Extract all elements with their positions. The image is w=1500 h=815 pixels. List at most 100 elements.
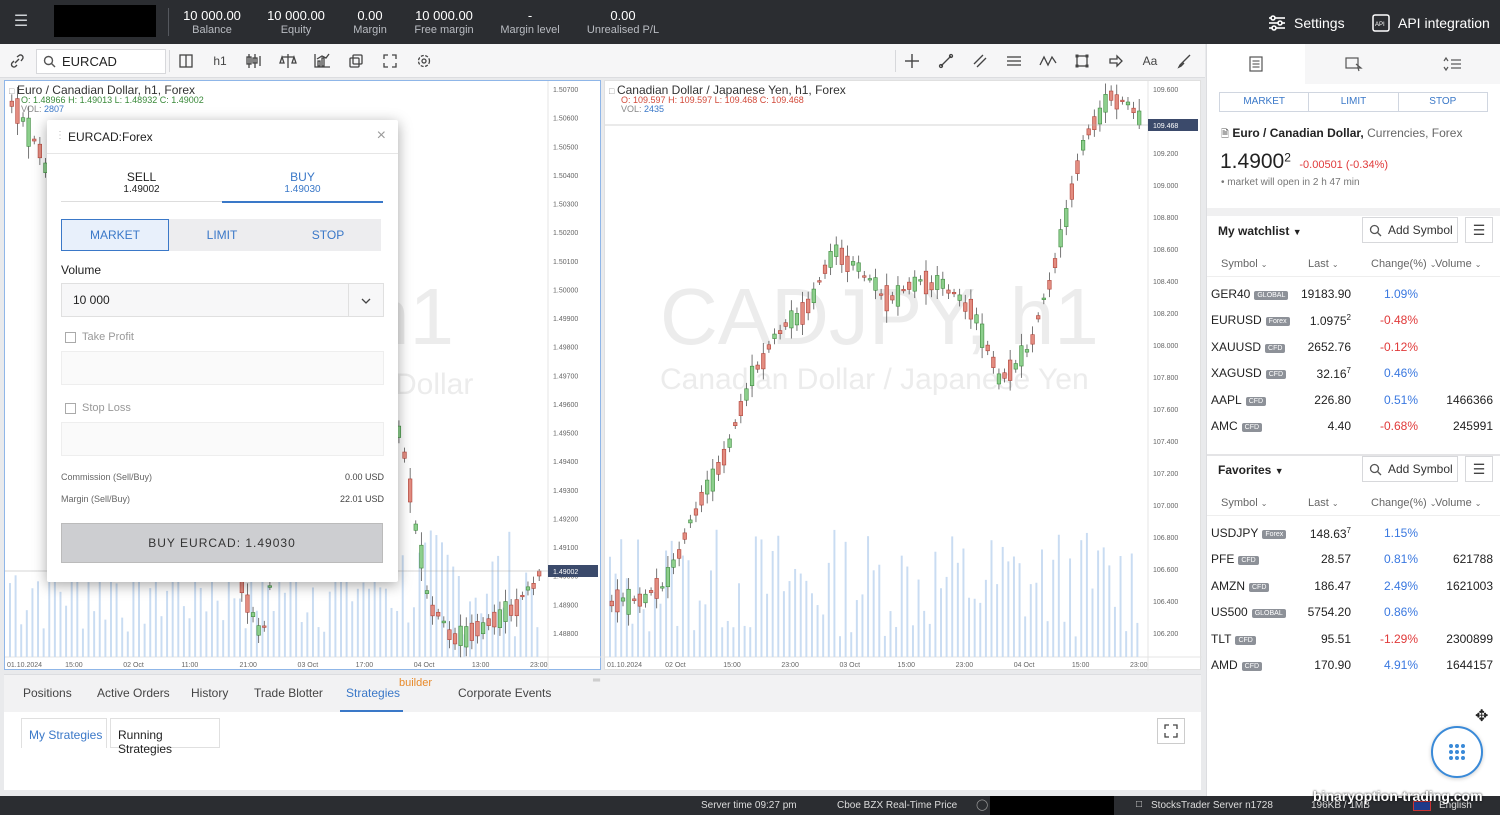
- tab-instrument-info[interactable]: [1207, 44, 1305, 84]
- subtab-my-strategies[interactable]: My Strategies: [21, 718, 107, 748]
- favorites-row-pfe[interactable]: PFE CFD 28.57 0.81% 621788: [1211, 546, 1495, 572]
- volume-bar: [536, 627, 539, 657]
- tab-corporate-events[interactable]: Corporate Events: [458, 686, 551, 700]
- dialog-header[interactable]: ⋮ EURCAD:Forex ×: [47, 120, 398, 154]
- tab-sort[interactable]: [1403, 44, 1500, 84]
- symbol-search-input[interactable]: EURCAD: [36, 49, 166, 74]
- subtab-running-strategies[interactable]: Running Strategies: [110, 718, 220, 756]
- candle: [929, 282, 934, 291]
- candle: [912, 276, 917, 292]
- rectangle-icon[interactable]: [1069, 49, 1095, 73]
- app-grid-button[interactable]: [1431, 726, 1483, 778]
- volume-bar: [278, 570, 281, 657]
- take-profit-checkbox[interactable]: [65, 332, 76, 343]
- quick-limit[interactable]: LIMIT: [1309, 93, 1399, 111]
- col-last[interactable]: Last ⌄: [1308, 497, 1339, 509]
- hamburger-menu-icon[interactable]: ☰: [10, 12, 32, 32]
- price-source: Cboe BZX Real-Time Price: [837, 800, 958, 811]
- order-type-stop[interactable]: STOP: [275, 219, 381, 251]
- link-icon[interactable]: [4, 49, 30, 73]
- move-icon[interactable]: ✥: [1475, 706, 1488, 726]
- trendline-icon[interactable]: [933, 49, 959, 73]
- buy-tab[interactable]: BUY 1.49030: [222, 170, 383, 203]
- drag-handle-icon[interactable]: ⋮: [55, 130, 65, 141]
- wave-icon[interactable]: [1035, 49, 1061, 73]
- brush-icon[interactable]: [1171, 49, 1197, 73]
- watchlist-row-amc[interactable]: AMC CFD 4.40 -0.68% 245991: [1211, 413, 1495, 439]
- user-icon[interactable]: ◯: [976, 798, 988, 811]
- price-tick: 1.50700: [553, 87, 578, 94]
- candle: [895, 285, 901, 307]
- sell-tab[interactable]: SELL 1.49002: [61, 170, 222, 202]
- gear-icon[interactable]: [411, 49, 437, 73]
- watchlist-row-ger40[interactable]: GER40 GLOBAL 19183.90 1.09%: [1211, 281, 1495, 307]
- cursor-list-icon: [1345, 57, 1363, 72]
- watchlist-row-aapl[interactable]: AAPL CFD 226.80 0.51% 1466366: [1211, 387, 1495, 413]
- favorites-add-symbol-button[interactable]: Add Symbol: [1362, 456, 1458, 482]
- fibonacci-icon[interactable]: [1001, 49, 1027, 73]
- price-tick: 1.49600: [553, 402, 578, 409]
- candlestick-icon[interactable]: [241, 49, 267, 73]
- watchlist-add-symbol-button[interactable]: Add Symbol: [1362, 217, 1458, 243]
- favorites-row-tlt[interactable]: TLT CFD 95.51 -1.29% 2300899: [1211, 626, 1495, 652]
- chart-cadjpy[interactable]: CADJPY, h1 Canadian Dollar / Japanese Ye…: [604, 80, 1202, 671]
- favorites-menu-icon[interactable]: ☰: [1465, 456, 1493, 482]
- col-symbol[interactable]: Symbol ⌄: [1221, 258, 1267, 270]
- templates-icon[interactable]: [343, 49, 369, 73]
- favorites-row-amzn[interactable]: AMZN CFD 186.47 2.49% 1621003: [1211, 573, 1495, 599]
- favorites-row-amd[interactable]: AMD CFD 170.90 4.91% 1644157: [1211, 652, 1495, 678]
- watchlist-row-eurusd[interactable]: EURUSD Forex 1.09752 -0.48%: [1211, 307, 1495, 333]
- col-volume[interactable]: Volume ⌄: [1435, 497, 1481, 509]
- change-percent: -1.29%: [1379, 631, 1418, 646]
- compare-icon[interactable]: [275, 49, 301, 73]
- resize-handle-icon[interactable]: ═: [593, 675, 600, 686]
- watchlist-title[interactable]: My watchlist ▼: [1218, 224, 1302, 238]
- favorites-title[interactable]: Favorites ▼: [1218, 463, 1284, 477]
- volume-select[interactable]: 10 000: [61, 283, 384, 317]
- expand-panel-button[interactable]: [1157, 718, 1185, 744]
- quick-stop[interactable]: STOP: [1399, 93, 1487, 111]
- tab-history[interactable]: History: [191, 686, 228, 700]
- quick-market[interactable]: MARKET: [1220, 93, 1310, 111]
- tab-positions[interactable]: Positions: [23, 686, 72, 700]
- layout-icon[interactable]: [173, 49, 199, 73]
- col-last[interactable]: Last ⌄: [1308, 258, 1339, 270]
- settings-button[interactable]: Settings: [1268, 12, 1345, 34]
- close-icon[interactable]: ×: [377, 127, 386, 145]
- watchlist-row-xauusd[interactable]: XAUUSD CFD 2652.76 -0.12%: [1211, 334, 1495, 360]
- search-icon: [1369, 463, 1382, 475]
- col-volume[interactable]: Volume ⌄: [1435, 258, 1481, 270]
- time-tick: 23:00: [956, 662, 974, 669]
- tab-order-book[interactable]: [1305, 44, 1403, 84]
- volume-bar: [1113, 606, 1116, 657]
- col-symbol[interactable]: Symbol ⌄: [1221, 497, 1267, 509]
- strategies-panel: My Strategies Running Strategies: [4, 712, 1201, 790]
- candle: [884, 285, 889, 312]
- fullscreen-icon[interactable]: [377, 49, 403, 73]
- market-tag: GLOBAL: [1251, 609, 1286, 619]
- indicators-icon[interactable]: [309, 49, 335, 73]
- arrow-icon[interactable]: [1103, 49, 1129, 73]
- favorites-row-usdjpy[interactable]: USDJPY Forex 148.637 1.15%: [1211, 520, 1495, 546]
- watchlist-menu-icon[interactable]: ☰: [1465, 217, 1493, 243]
- favorites-row-us500[interactable]: US500 GLOBAL 5754.20 0.86%: [1211, 599, 1495, 625]
- col-change[interactable]: Change(%) ⌄: [1371, 497, 1436, 509]
- order-type-market[interactable]: MARKET: [61, 219, 169, 251]
- timeframe-button[interactable]: h1: [207, 49, 233, 73]
- tab-active-orders[interactable]: Active Orders: [97, 686, 170, 700]
- stop-loss-checkbox[interactable]: [65, 403, 76, 414]
- channel-icon[interactable]: [967, 49, 993, 73]
- buy-submit-button[interactable]: BUY EURCAD: 1.49030: [61, 523, 383, 563]
- col-change[interactable]: Change(%) ⌄: [1371, 258, 1436, 270]
- api-integration-button[interactable]: API API integration: [1372, 12, 1490, 34]
- order-type-limit[interactable]: LIMIT: [169, 219, 275, 251]
- crosshair-icon[interactable]: [899, 49, 925, 73]
- tab-strategies[interactable]: Strategies: [340, 675, 403, 712]
- watchlist-row-xagusd[interactable]: XAGUSD CFD 32.167 0.46%: [1211, 360, 1495, 386]
- order-dialog: ⋮ EURCAD:Forex × SELL 1.49002 BUY 1.4903…: [47, 120, 398, 582]
- tab-trade-blotter[interactable]: Trade Blotter: [254, 686, 323, 700]
- text-tool-button[interactable]: Aa: [1137, 49, 1163, 73]
- volume-bar: [222, 620, 225, 657]
- take-profit-input[interactable]: [61, 351, 384, 385]
- stop-loss-input[interactable]: [61, 422, 384, 456]
